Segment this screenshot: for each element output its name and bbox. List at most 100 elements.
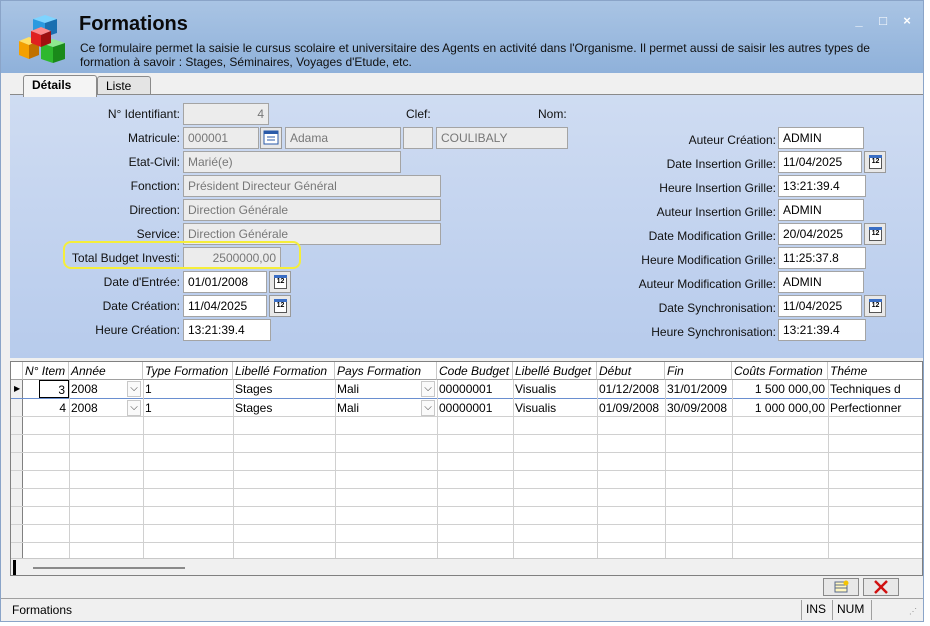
- identifiant-field[interactable]: 4: [183, 103, 269, 125]
- cell-libelle[interactable]: Stages: [233, 380, 335, 398]
- service-label: Service:: [136, 227, 180, 241]
- title-bar: Formations Ce formulaire permet la saisi…: [1, 1, 923, 73]
- nom-label: Nom:: [538, 107, 567, 121]
- heure-insertion-label: Heure Insertion Grille:: [659, 181, 776, 195]
- clef-field[interactable]: [403, 127, 433, 149]
- horizontal-scrollbar[interactable]: [11, 558, 922, 575]
- cell-annee[interactable]: 2008: [69, 380, 127, 398]
- maximize-button[interactable]: □: [875, 13, 891, 29]
- col-header-item[interactable]: N° Item: [23, 362, 69, 380]
- date-insertion-field[interactable]: 11/04/2025: [778, 151, 862, 173]
- etat-civil-field[interactable]: Marié(e): [183, 151, 401, 173]
- tab-strip: Détails Liste: [1, 73, 923, 97]
- cell-theme[interactable]: Perfectionner: [828, 399, 922, 417]
- col-header-annee[interactable]: Année: [69, 362, 143, 380]
- col-header-type[interactable]: Type Formation: [143, 362, 233, 380]
- date-insertion-label: Date Insertion Grille:: [666, 157, 776, 171]
- cell-code-budget[interactable]: 00000001: [437, 380, 513, 398]
- cell-couts[interactable]: 1 000 000,00: [732, 399, 828, 417]
- col-header-theme[interactable]: Théme: [828, 362, 922, 380]
- window-description: Ce formulaire permet la saisie le cursus…: [80, 41, 870, 69]
- cell-type[interactable]: 1: [143, 399, 233, 417]
- cell-item[interactable]: 4: [23, 399, 69, 417]
- chevron-down-icon[interactable]: ⌵: [127, 381, 141, 397]
- minimize-button[interactable]: _: [851, 13, 867, 29]
- heure-sync-label: Heure Synchronisation:: [651, 325, 776, 339]
- close-button[interactable]: ×: [899, 13, 915, 29]
- direction-field[interactable]: Direction Générale: [183, 199, 441, 221]
- direction-label: Direction:: [129, 203, 180, 217]
- agent-lookup-button[interactable]: [260, 127, 282, 149]
- col-header-code-budget[interactable]: Code Budget: [437, 362, 513, 380]
- matricule-field[interactable]: 000001: [183, 127, 259, 149]
- chevron-down-icon[interactable]: ⌵: [421, 381, 435, 397]
- calendar-icon: 12: [869, 155, 882, 169]
- chevron-down-icon[interactable]: ⌵: [127, 400, 141, 416]
- formations-grid[interactable]: N° Item Année Type Formation Libellé For…: [10, 361, 923, 576]
- identifiant-label: N° Identifiant:: [107, 107, 180, 121]
- col-header-fin[interactable]: Fin: [665, 362, 732, 380]
- delete-row-button[interactable]: [863, 578, 899, 596]
- date-modification-field[interactable]: 20/04/2025: [778, 223, 862, 245]
- resize-grip-icon[interactable]: ⋰: [909, 607, 917, 616]
- cell-code-budget[interactable]: 00000001: [437, 399, 513, 417]
- cell-debut[interactable]: 01/12/2008: [597, 380, 665, 398]
- auteur-creation-field[interactable]: ADMIN: [778, 127, 864, 149]
- cell-libelle-budget[interactable]: Visualis: [513, 399, 597, 417]
- auteur-modification-field[interactable]: ADMIN: [778, 271, 864, 293]
- cell-theme[interactable]: Techniques d: [828, 380, 922, 398]
- chevron-down-icon[interactable]: ⌵: [421, 400, 435, 416]
- cell-fin[interactable]: 31/01/2009: [665, 380, 732, 398]
- heure-modification-field[interactable]: 11:25:37.8: [778, 247, 866, 269]
- delete-icon: [874, 580, 888, 594]
- col-header-libelle[interactable]: Libellé Formation: [233, 362, 335, 380]
- cell-debut[interactable]: 01/09/2008: [597, 399, 665, 417]
- tab-liste[interactable]: Liste: [97, 76, 151, 96]
- clef-label: Clef:: [406, 107, 431, 121]
- date-sync-calendar-button[interactable]: 12: [864, 295, 886, 317]
- col-header-couts[interactable]: Coûts Formation: [732, 362, 828, 380]
- num-indicator: NUM: [832, 600, 870, 620]
- date-creation-calendar-button[interactable]: 12: [269, 295, 291, 317]
- fonction-field[interactable]: Président Directeur Général: [183, 175, 441, 197]
- fonction-label: Fonction:: [130, 179, 180, 193]
- prenom-field[interactable]: Adama: [285, 127, 401, 149]
- date-entree-calendar-button[interactable]: 12: [269, 271, 291, 293]
- col-header-libelle-budget[interactable]: Libellé Budget: [513, 362, 597, 380]
- cell-fin[interactable]: 30/09/2008: [665, 399, 732, 417]
- budget-highlight: [63, 241, 301, 269]
- calendar-icon: 12: [869, 227, 882, 241]
- cell-libelle-budget[interactable]: Visualis: [513, 380, 597, 398]
- date-modification-calendar-button[interactable]: 12: [864, 223, 886, 245]
- add-row-button[interactable]: [823, 578, 859, 596]
- date-modification-label: Date Modification Grille:: [648, 229, 776, 243]
- cell-item[interactable]: 3: [39, 380, 69, 398]
- current-row-arrow-icon: ▶: [14, 384, 21, 393]
- date-creation-field[interactable]: 11/04/2025: [183, 295, 267, 317]
- heure-insertion-field[interactable]: 13:21:39.4: [778, 175, 866, 197]
- cell-couts[interactable]: 1 500 000,00: [732, 380, 828, 398]
- date-creation-label: Date Création:: [102, 299, 180, 313]
- cell-libelle[interactable]: Stages: [233, 399, 335, 417]
- date-insertion-calendar-button[interactable]: 12: [864, 151, 886, 173]
- date-entree-field[interactable]: 01/01/2008: [183, 271, 267, 293]
- auteur-insertion-field[interactable]: ADMIN: [778, 199, 864, 221]
- tab-details[interactable]: Détails: [23, 75, 97, 97]
- tab-liste-label: Liste: [106, 79, 132, 93]
- nom-field[interactable]: COULIBALY: [436, 127, 568, 149]
- cell-type[interactable]: 1: [143, 380, 233, 398]
- grid-corner: [11, 362, 23, 380]
- heure-creation-field[interactable]: 13:21:39.4: [183, 319, 271, 341]
- date-sync-field[interactable]: 11/04/2025: [778, 295, 862, 317]
- col-header-pays[interactable]: Pays Formation: [335, 362, 437, 380]
- scrollbar-thumb[interactable]: [33, 567, 185, 569]
- heure-sync-field[interactable]: 13:21:39.4: [778, 319, 866, 341]
- date-sync-label: Date Synchronisation:: [658, 301, 776, 315]
- tab-details-label: Détails: [32, 78, 72, 92]
- col-header-debut[interactable]: Début: [597, 362, 665, 380]
- calendar-icon: 12: [869, 299, 882, 313]
- auteur-creation-label: Auteur Création:: [688, 133, 776, 147]
- cell-pays[interactable]: Mali: [335, 399, 421, 417]
- cell-annee[interactable]: 2008: [69, 399, 127, 417]
- cell-pays[interactable]: Mali: [335, 380, 421, 398]
